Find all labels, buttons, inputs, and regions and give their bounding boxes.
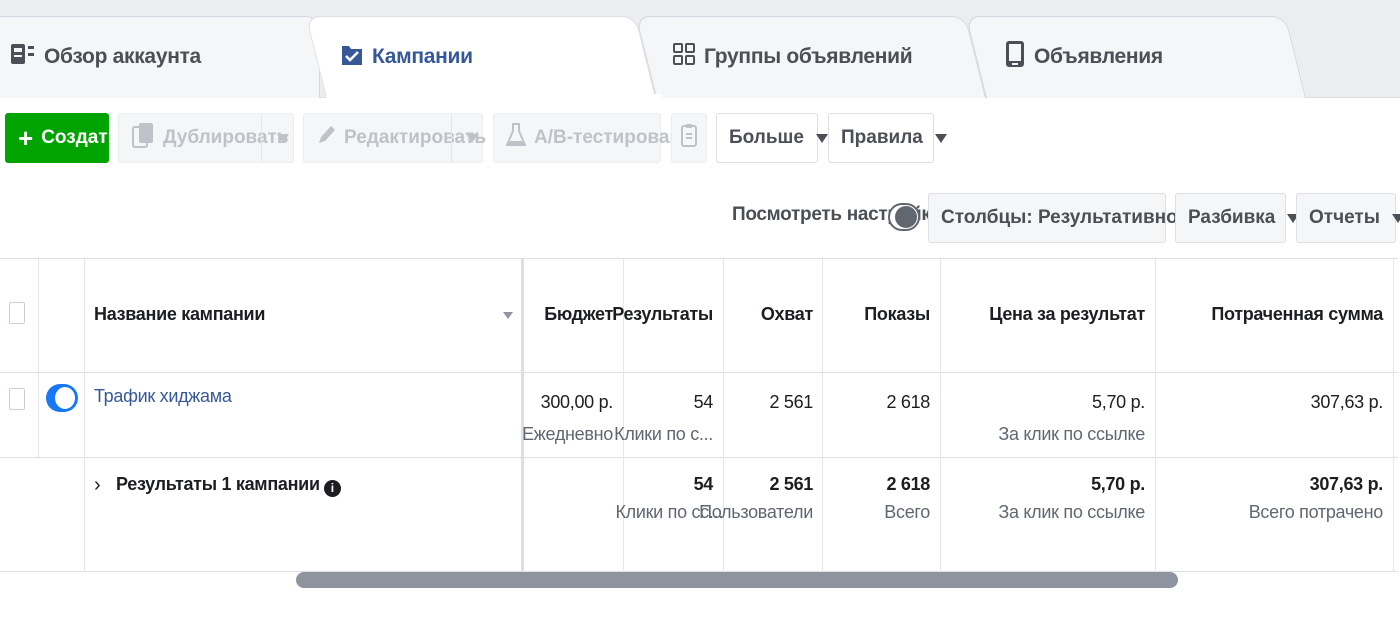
active-tab-joiner [326,94,662,100]
header-results[interactable]: Результаты [612,304,713,325]
row-budget-type: Ежедневно [522,424,613,444]
header-campaign-name[interactable]: Название кампании [94,304,265,325]
breakdown-button[interactable]: Разбивка [1175,193,1300,243]
tab-account-overview[interactable]: Обзор аккаунта [0,16,320,98]
row-amount-spent: 307,63 р. [1310,392,1384,412]
dashboard-icon [10,42,36,72]
row-reach: 2 561 [769,392,813,412]
row-cost-type: За клик по ссылке [998,424,1145,444]
summary-results: 54 [693,474,714,494]
caret-down-icon [934,133,947,143]
summary-spent-type: Всего потрачено [1248,502,1384,522]
tab-label: Кампании [372,45,473,68]
tab-ad-sets[interactable]: Группы объявлений [635,16,986,98]
summary-label: Результаты 1 кампании i [116,474,341,497]
tab-ads[interactable]: Объявления [965,16,1306,98]
clipboard-button[interactable] [671,113,707,163]
expand-chevron-icon[interactable]: › [94,474,101,497]
phone-icon [1004,39,1026,75]
create-button[interactable]: + Создать [5,113,119,163]
summary-impressions: 2 618 [886,474,930,494]
summary-amount-spent: 307,63 р. [1309,474,1384,494]
duplicate-button[interactable]: Дублировать [118,113,294,163]
tab-label: Объявления [1034,45,1163,68]
row-impressions: 2 618 [886,392,930,412]
summary-cost-type: За клик по ссылке [998,502,1145,522]
more-button[interactable]: Больше [716,113,828,163]
row-cost-per-result: 5,70 р. [1092,392,1145,412]
info-icon[interactable]: i [323,480,341,497]
pencil-icon [316,123,336,153]
summary-impressions-type: Всего [884,502,930,522]
header-impressions[interactable]: Показы [864,304,930,325]
plus-icon: + [18,123,34,153]
sort-caret-icon[interactable] [503,312,513,319]
view-settings-toggle[interactable] [888,203,920,231]
caret-down-icon [1391,213,1400,223]
reports-button[interactable]: Отчеты [1296,193,1400,243]
row-budget: 300,00 р. [540,392,614,412]
horizontal-scrollbar[interactable] [296,572,1178,588]
tab-bar: Обзор аккаунта Кампании Группы объявлени… [0,0,1400,98]
columns-button[interactable]: Столбцы: Результативность [928,193,1234,243]
select-all-checkbox[interactable] [9,302,25,324]
grid-icon [672,41,696,73]
row-results-type: Клики по с... [614,424,713,444]
row-results: 54 [693,392,714,412]
header-reach[interactable]: Охват [761,304,813,325]
campaign-status-toggle[interactable] [46,384,78,412]
tab-label: Обзор аккаунта [44,45,201,68]
edit-dropdown-caret[interactable] [466,133,478,143]
tab-campaigns[interactable]: Кампании [305,16,656,98]
caret-down-icon [815,133,828,143]
clipboard-icon [680,122,698,154]
header-budget[interactable]: Бюджет [544,304,613,325]
duplicate-dropdown-caret[interactable] [277,133,289,143]
summary-cost-per-result: 5,70 р. [1091,474,1145,494]
campaign-name-link[interactable]: Трафик хиджама [94,386,232,407]
header-cost-per-result[interactable]: Цена за результат [989,304,1145,325]
summary-reach-type: Пользователи [699,502,813,522]
checked-folder-icon [340,41,364,73]
summary-reach: 2 561 [769,474,813,494]
flask-icon [505,122,527,154]
edit-button[interactable]: Редактировать [303,113,486,163]
row-checkbox[interactable] [9,388,25,410]
rules-button[interactable]: Правила [828,113,947,163]
tab-label: Группы объявлений [704,45,913,68]
copy-icon [131,121,155,155]
ab-test-button[interactable]: A/B-тестирование [493,113,703,163]
header-amount-spent[interactable]: Потраченная сумма [1211,304,1383,325]
